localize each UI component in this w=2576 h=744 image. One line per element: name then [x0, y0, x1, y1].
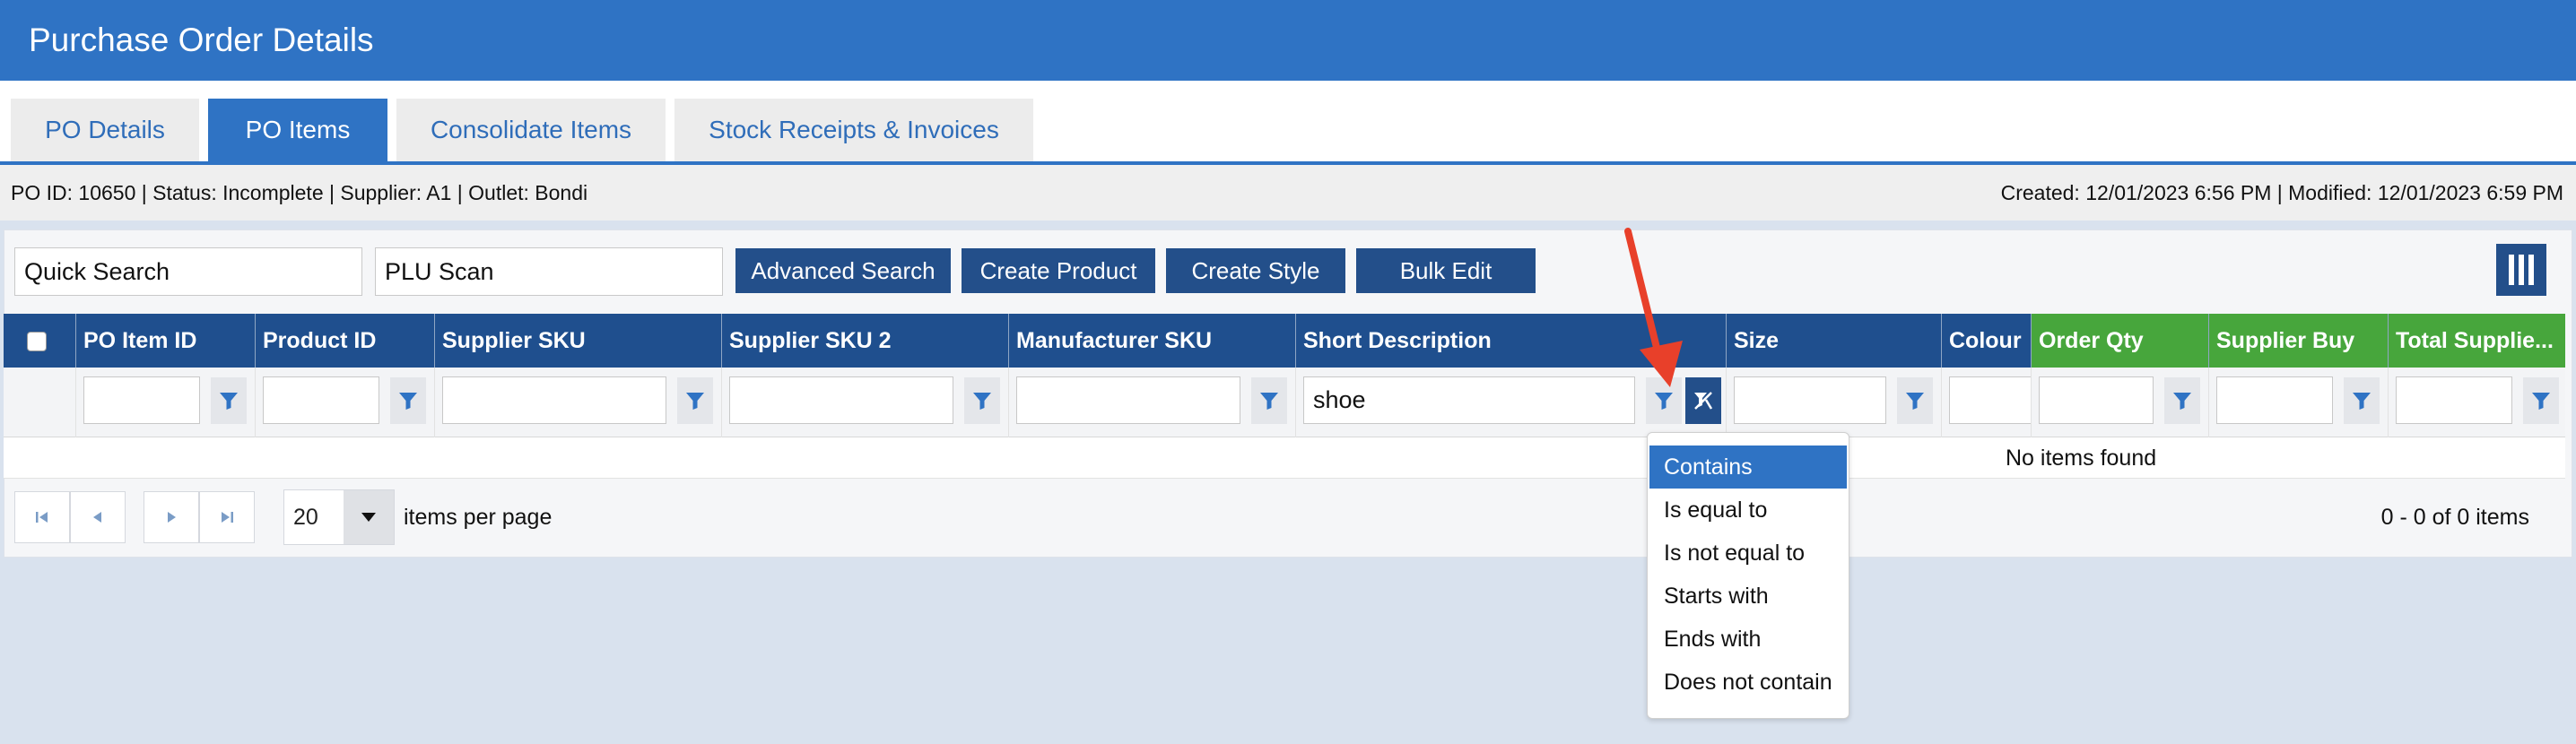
create-product-button[interactable]: Create Product	[962, 248, 1155, 293]
last-page-button[interactable]	[199, 491, 255, 543]
filter-supplier-buy-button[interactable]	[2344, 377, 2380, 424]
next-page-button[interactable]	[144, 491, 199, 543]
column-header-total-supplier[interactable]: Total Supplie...	[2388, 314, 2565, 368]
column-header-product-id[interactable]: Product ID	[255, 314, 434, 368]
grid-header: PO Item ID Product ID Supplier SKU Suppl…	[4, 314, 2565, 368]
filter-po-item-id-input[interactable]	[83, 376, 200, 424]
filter-supplier-sku-2-button[interactable]	[964, 377, 1000, 424]
filter-option-is-equal-to[interactable]: Is equal to	[1649, 489, 1847, 532]
columns-icon	[2509, 255, 2514, 285]
filter-order-qty-button[interactable]	[2164, 377, 2200, 424]
first-page-button[interactable]	[14, 491, 70, 543]
filter-total-supplier-button[interactable]	[2523, 377, 2559, 424]
filter-icon	[1906, 393, 1924, 410]
page-size-select[interactable]: 20	[283, 489, 395, 545]
grid-filter-row	[4, 368, 2565, 437]
column-header-manufacturer-sku[interactable]: Manufacturer SKU	[1008, 314, 1295, 368]
filter-icon	[399, 393, 417, 410]
plu-scan-input[interactable]	[375, 247, 723, 296]
annotation-arrow-icon	[1624, 228, 1683, 387]
tab-stock-receipts-invoices[interactable]: Stock Receipts & Invoices	[674, 99, 1033, 161]
filter-po-item-id-button[interactable]	[211, 377, 247, 424]
advanced-search-button[interactable]: Advanced Search	[735, 248, 951, 293]
filter-manufacturer-sku-input[interactable]	[1016, 376, 1240, 424]
filter-short-description-input[interactable]	[1303, 376, 1635, 424]
filter-supplier-sku-input[interactable]	[442, 376, 666, 424]
select-all-checkbox[interactable]	[27, 332, 47, 351]
previous-page-icon	[93, 512, 101, 523]
page-title: Purchase Order Details	[0, 0, 2576, 81]
filter-operator-menu: Contains Is equal to Is not equal to Sta…	[1647, 432, 1849, 719]
last-page-icon	[222, 512, 233, 523]
filter-icon	[1260, 393, 1278, 410]
filter-option-is-not-equal-to[interactable]: Is not equal to	[1649, 532, 1847, 575]
filter-icon	[220, 393, 238, 410]
chevron-down-icon[interactable]	[344, 490, 394, 544]
bulk-edit-button[interactable]: Bulk Edit	[1356, 248, 1536, 293]
filter-supplier-sku-2-input[interactable]	[729, 376, 953, 424]
filter-order-qty-input[interactable]	[2039, 376, 2154, 424]
filter-option-does-not-contain[interactable]: Does not contain	[1649, 661, 1847, 704]
tab-po-details[interactable]: PO Details	[11, 99, 199, 161]
tab-consolidate-items[interactable]: Consolidate Items	[396, 99, 666, 161]
column-header-size[interactable]: Size	[1726, 314, 1941, 368]
filter-icon	[2353, 393, 2371, 410]
filter-manufacturer-sku-button[interactable]	[1251, 377, 1287, 424]
filter-icon	[2173, 393, 2191, 410]
no-items-message: No items found	[2006, 446, 2157, 471]
filter-option-contains[interactable]: Contains	[1649, 446, 1847, 489]
tab-strip: PO Details PO Items Consolidate Items St…	[0, 81, 2576, 165]
pager-range: 0 - 0 of 0 items	[2380, 505, 2529, 530]
column-header-po-item-id[interactable]: PO Item ID	[75, 314, 255, 368]
filter-option-ends-with[interactable]: Ends with	[1649, 618, 1847, 661]
column-header-supplier-buy[interactable]: Supplier Buy	[2208, 314, 2388, 368]
page-size-value: 20	[293, 505, 318, 530]
filter-icon	[2532, 393, 2550, 410]
first-page-icon	[36, 512, 48, 523]
filter-supplier-sku-button[interactable]	[677, 377, 713, 424]
po-timestamps: Created: 12/01/2023 6:56 PM | Modified: …	[2000, 180, 2563, 204]
column-header-supplier-sku-2[interactable]: Supplier SKU 2	[721, 314, 1008, 368]
filter-icon	[973, 393, 991, 410]
column-chooser-button[interactable]	[2496, 244, 2546, 296]
column-header-order-qty[interactable]: Order Qty	[2031, 314, 2208, 368]
filter-size-button[interactable]	[1897, 377, 1933, 424]
filter-size-input[interactable]	[1734, 376, 1886, 424]
filter-option-starts-with[interactable]: Starts with	[1649, 575, 1847, 618]
create-style-button[interactable]: Create Style	[1166, 248, 1345, 293]
previous-page-button[interactable]	[70, 491, 126, 543]
grid-pager: 20 items per page 0 - 0 of 0 items	[4, 479, 2565, 556]
filter-product-id-button[interactable]	[390, 377, 426, 424]
column-header-colour[interactable]: Colour	[1941, 314, 2031, 368]
tab-po-items[interactable]: PO Items	[208, 99, 387, 161]
items-per-page-label: items per page	[404, 505, 553, 530]
next-page-icon	[168, 512, 176, 523]
quick-search-input[interactable]	[14, 247, 362, 296]
filter-colour-input[interactable]	[1949, 376, 2032, 424]
column-header-supplier-sku[interactable]: Supplier SKU	[434, 314, 721, 368]
filter-icon	[686, 393, 704, 410]
empty-grid-row: No items found	[4, 437, 2565, 479]
filter-product-id-input[interactable]	[263, 376, 379, 424]
filter-total-supplier-input[interactable]	[2396, 376, 2512, 424]
po-info-bar: PO ID: 10650 | Status: Incomplete | Supp…	[0, 165, 2576, 221]
po-summary: PO ID: 10650 | Status: Incomplete | Supp…	[11, 180, 588, 204]
filter-supplier-buy-input[interactable]	[2216, 376, 2333, 424]
